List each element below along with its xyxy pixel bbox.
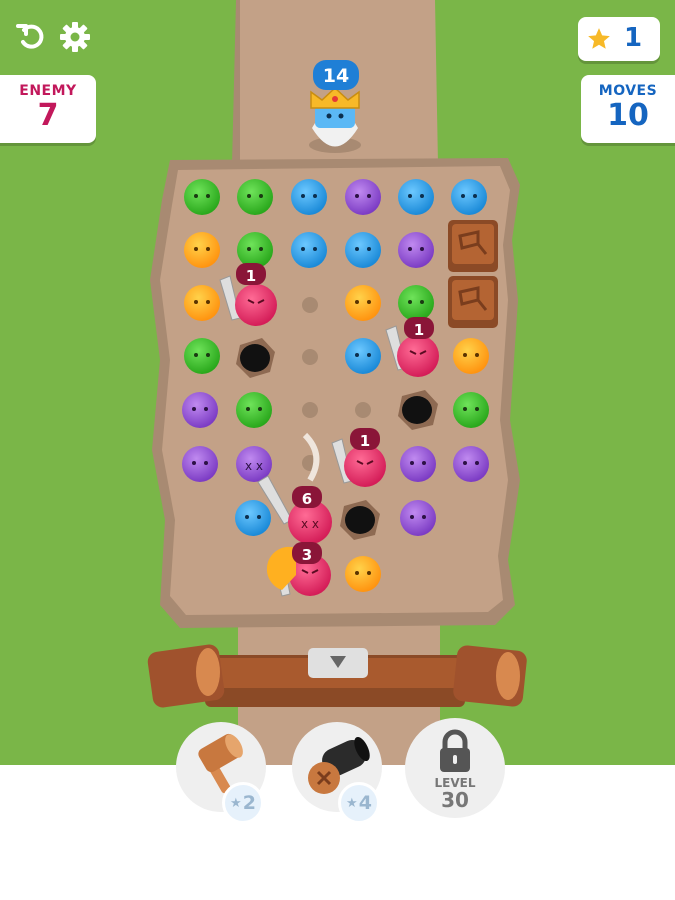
star-count: 1 xyxy=(624,23,643,53)
restart-icon xyxy=(16,24,44,49)
blue-ball[interactable] xyxy=(345,338,381,374)
empty-slot xyxy=(302,402,318,418)
locked-powerup-slot[interactable]: LEVEL 30 xyxy=(405,718,505,818)
orange-ball[interactable] xyxy=(184,232,220,268)
orange-ball[interactable] xyxy=(184,285,220,321)
enemy-hp-label: 3 xyxy=(302,546,312,564)
empty-slot xyxy=(355,402,371,418)
enemy-count: 7 xyxy=(37,98,59,133)
orange-ball[interactable] xyxy=(453,338,489,374)
wooden-crate xyxy=(448,220,498,272)
cannon-cost-badge: ★ 4 xyxy=(338,782,380,824)
blue-ball[interactable] xyxy=(291,179,327,215)
enemy-label: ENEMY xyxy=(19,83,77,99)
empty-slot xyxy=(302,349,318,365)
purple-ball[interactable] xyxy=(182,392,218,428)
enemy-hp-label: 6 xyxy=(302,490,312,508)
blue-ball[interactable] xyxy=(235,500,271,536)
settings-button[interactable] xyxy=(58,20,92,54)
purple-ball[interactable] xyxy=(400,500,436,536)
orange-ball[interactable] xyxy=(345,556,381,592)
green-ball[interactable] xyxy=(236,392,272,428)
gear-icon xyxy=(60,22,90,52)
enemy-king xyxy=(309,86,361,153)
green-ball[interactable] xyxy=(237,179,273,215)
star-icon: ★ xyxy=(346,795,358,811)
cannon-powerup-button[interactable]: ★ 4 xyxy=(292,722,382,824)
lock-level-value: 30 xyxy=(441,788,469,812)
hammer-cost: 2 xyxy=(242,792,256,814)
blue-ball[interactable] xyxy=(398,179,434,215)
moves-counter-panel: MOVES 10 xyxy=(581,75,675,143)
green-ball[interactable] xyxy=(184,338,220,374)
cannon-cost: 4 xyxy=(358,792,372,814)
enemy-counter-panel: ENEMY 7 xyxy=(0,75,96,143)
lock-icon xyxy=(440,729,470,772)
green-ball[interactable] xyxy=(184,179,220,215)
svg-text:x x: x x xyxy=(245,459,263,473)
restart-button[interactable] xyxy=(14,20,48,54)
blue-ball[interactable] xyxy=(291,232,327,268)
wooden-crate xyxy=(448,276,498,328)
wooden-barrier xyxy=(147,644,527,708)
green-ball[interactable] xyxy=(398,285,434,321)
svg-text:x x: x x xyxy=(301,517,319,531)
star-counter-panel: 1 xyxy=(578,17,660,61)
orange-ball[interactable] xyxy=(345,285,381,321)
green-ball[interactable] xyxy=(453,392,489,428)
green-ball[interactable] xyxy=(237,232,273,268)
boss-hp-label: 14 xyxy=(323,65,349,87)
moves-label: MOVES xyxy=(598,83,658,99)
blue-ball[interactable] xyxy=(451,179,487,215)
blue-ball[interactable] xyxy=(345,232,381,268)
enemy-hp-label: 1 xyxy=(246,267,256,285)
purple-ball[interactable] xyxy=(400,446,436,482)
purple-ball[interactable] xyxy=(398,232,434,268)
moves-count: 10 xyxy=(607,98,649,133)
purple-ball[interactable] xyxy=(345,179,381,215)
purple-ball[interactable] xyxy=(453,446,489,482)
hammer-powerup-button[interactable]: ★ 2 xyxy=(176,722,266,824)
enemy-hp-label: 1 xyxy=(414,321,424,339)
star-icon: ★ xyxy=(230,795,242,811)
empty-slot xyxy=(302,297,318,313)
star-icon xyxy=(588,28,610,49)
enemy-hp-label: 1 xyxy=(360,432,370,450)
purple-ball[interactable] xyxy=(182,446,218,482)
hammer-cost-badge: ★ 2 xyxy=(222,782,264,824)
